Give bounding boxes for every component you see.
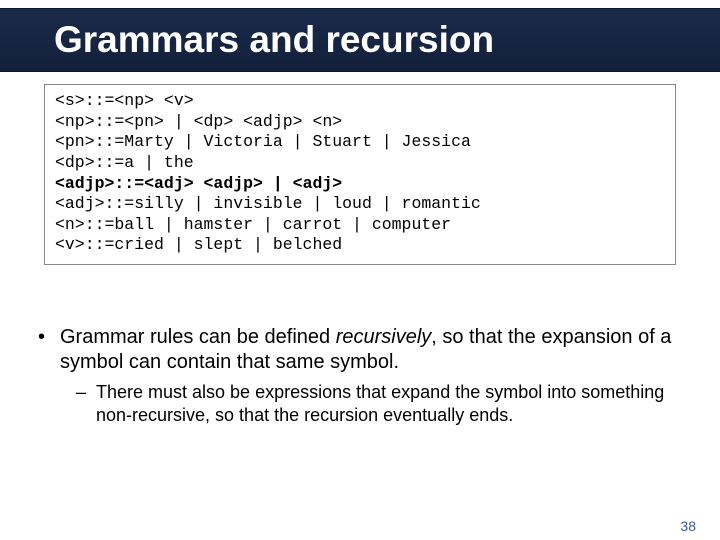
grammar-line-2: <np>::=<pn> | <dp> <adjp> <n> (55, 112, 342, 131)
slide: Grammars and recursion <s>::=<np> <v> <n… (0, 8, 720, 540)
bullet-dot-icon: • (36, 325, 60, 375)
subbullet-dash-icon: – (76, 381, 96, 426)
bullet-text-ital: recursively (336, 326, 432, 348)
page-number: 38 (680, 518, 696, 534)
title-bar: Grammars and recursion (0, 8, 720, 72)
grammar-line-3: <pn>::=Marty | Victoria | Stuart | Jessi… (55, 132, 471, 151)
grammar-line-1: <s>::=<np> <v> (55, 91, 194, 110)
bullet-main: • Grammar rules can be defined recursive… (36, 325, 684, 375)
grammar-code-box: <s>::=<np> <v> <np>::=<pn> | <dp> <adjp>… (44, 84, 676, 265)
subbullet: – There must also be expressions that ex… (76, 381, 684, 426)
grammar-line-5-part-a: <adjp>::=<adj> (55, 174, 204, 193)
grammar-line-8: <v>::=cried | slept | belched (55, 235, 342, 254)
slide-title: Grammars and recursion (54, 19, 494, 61)
bullet-text-pre: Grammar rules can be defined (60, 326, 336, 348)
body-text: • Grammar rules can be defined recursive… (36, 325, 684, 426)
grammar-line-6: <adj>::=silly | invisible | loud | roman… (55, 194, 481, 213)
grammar-line-5-part-c: | (263, 174, 293, 193)
bullet-text: Grammar rules can be defined recursively… (60, 325, 684, 375)
grammar-line-7: <n>::=ball | hamster | carrot | computer (55, 215, 451, 234)
grammar-line-4: <dp>::=a | the (55, 153, 194, 172)
grammar-line-5-part-d: <adj> (293, 174, 343, 193)
subbullet-text: There must also be expressions that expa… (96, 381, 684, 426)
grammar-line-5-part-b: <adjp> (204, 174, 263, 193)
